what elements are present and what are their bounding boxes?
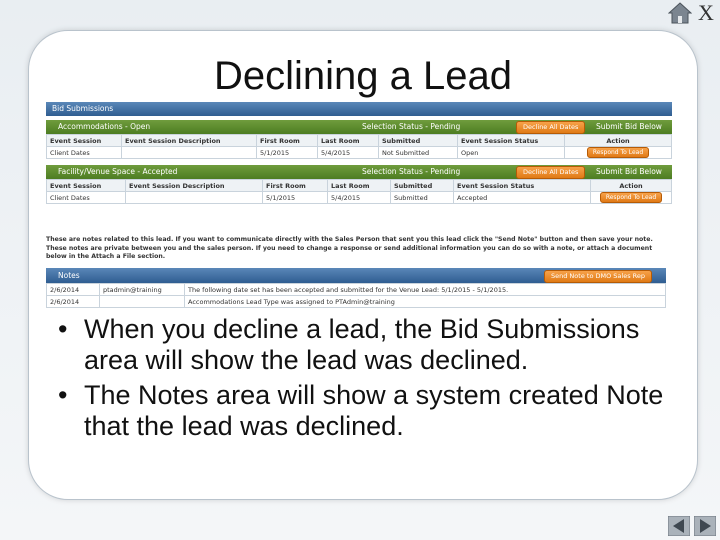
table-row: Client Dates 5/1/2015 5/4/2015 Not Submi… (46, 146, 672, 159)
section-bar-facility: Facility/Venue Space - Accepted Selectio… (46, 165, 672, 179)
next-arrow-icon[interactable] (694, 516, 716, 536)
notes-table: 2/6/2014 ptadmin@training The following … (46, 283, 666, 308)
bullet-text: The Notes area will show a system create… (84, 380, 664, 441)
selection-status: Selection Status - Pending (362, 122, 461, 131)
previous-arrow-icon[interactable] (668, 516, 690, 536)
respond-to-lead-button[interactable]: Respond To Lead (586, 147, 650, 158)
table-cell: 5/1/2015 (262, 191, 328, 204)
submit-bid-link[interactable]: Submit Bid Below (596, 120, 662, 134)
table-cell: Open (457, 146, 565, 159)
table-cell: Not Submitted (378, 146, 458, 159)
section-name: Facility/Venue Space - Accepted (58, 167, 178, 176)
note-user (99, 295, 185, 308)
home-icon[interactable] (668, 2, 692, 24)
note-user: ptadmin@training (99, 283, 185, 296)
bullet-icon: • (58, 314, 68, 344)
notes-header: Notes Send Note to DMO Sales Rep (46, 268, 666, 283)
column-header: Event Session Description (121, 134, 257, 147)
respond-to-lead-button[interactable]: Respond To Lead (599, 192, 663, 203)
list-item: • When you decline a lead, the Bid Submis… (58, 314, 678, 376)
column-header: Event Session (46, 134, 122, 147)
table-header-row: Event Session Event Session Description … (46, 179, 672, 192)
close-button[interactable]: X (698, 0, 714, 26)
table-cell: 5/4/2015 (317, 146, 379, 159)
bid-submissions-header: Bid Submissions (46, 102, 672, 116)
notes-info-text: These are notes related to this lead. If… (46, 236, 653, 260)
list-item: • The Notes area will show a system creat… (58, 380, 678, 442)
table-cell: Accepted (453, 191, 591, 204)
decline-all-dates-button[interactable]: Decline All Dates (516, 121, 586, 134)
column-header: Event Session Description (125, 179, 263, 192)
table-cell: 5/1/2015 (256, 146, 318, 159)
notes-title: Notes (58, 271, 80, 280)
action-cell: Respond To Lead (564, 146, 672, 159)
send-note-button[interactable]: Send Note to DMO Sales Rep (544, 270, 652, 283)
section-bar-accommodations: Accommodations - Open Selection Status -… (46, 120, 672, 134)
table-row: Client Dates 5/1/2015 5/4/2015 Submitted… (46, 191, 672, 204)
submit-bid-link[interactable]: Submit Bid Below (596, 165, 662, 179)
selection-status: Selection Status - Pending (362, 167, 461, 176)
note-date: 2/6/2014 (46, 295, 100, 308)
bid-submissions-screenshot: Bid Submissions Accommodations - Open Se… (46, 102, 672, 312)
table-cell (121, 146, 257, 159)
slide-title: Declining a Lead (214, 54, 512, 98)
column-header: Event Session Status (457, 134, 565, 147)
column-header: Action (564, 134, 672, 147)
column-header: Last Room (317, 134, 379, 147)
column-header: Submitted (390, 179, 454, 192)
bullet-icon: • (58, 380, 68, 410)
action-cell: Respond To Lead (590, 191, 672, 204)
section-name: Accommodations - Open (58, 122, 151, 131)
note-text: Accommodations Lead Type was assigned to… (184, 295, 666, 308)
column-header: Submitted (378, 134, 458, 147)
table-row: 2/6/2014 Accommodations Lead Type was as… (46, 295, 666, 308)
accommodations-table: Event Session Event Session Description … (46, 134, 672, 159)
column-header: Last Room (327, 179, 391, 192)
note-date: 2/6/2014 (46, 283, 100, 296)
column-header: Event Session (46, 179, 126, 192)
decline-all-dates-button[interactable]: Decline All Dates (516, 166, 586, 179)
bullet-text: When you decline a lead, the Bid Submiss… (84, 314, 640, 375)
note-text: The following date set has been accepted… (184, 283, 666, 296)
table-cell: 5/4/2015 (327, 191, 391, 204)
table-row: 2/6/2014 ptadmin@training The following … (46, 283, 666, 296)
column-header: First Room (256, 134, 318, 147)
table-cell: Client Dates (46, 146, 122, 159)
bullet-list: • When you decline a lead, the Bid Submis… (58, 314, 678, 446)
column-header: Event Session Status (453, 179, 591, 192)
table-header-row: Event Session Event Session Description … (46, 134, 672, 147)
table-cell (125, 191, 263, 204)
notes-section: Notes Send Note to DMO Sales Rep 2/6/201… (46, 268, 666, 308)
column-header: First Room (262, 179, 328, 192)
table-cell: Submitted (390, 191, 454, 204)
column-header: Action (590, 179, 672, 192)
facility-table: Event Session Event Session Description … (46, 179, 672, 204)
table-cell: Client Dates (46, 191, 126, 204)
